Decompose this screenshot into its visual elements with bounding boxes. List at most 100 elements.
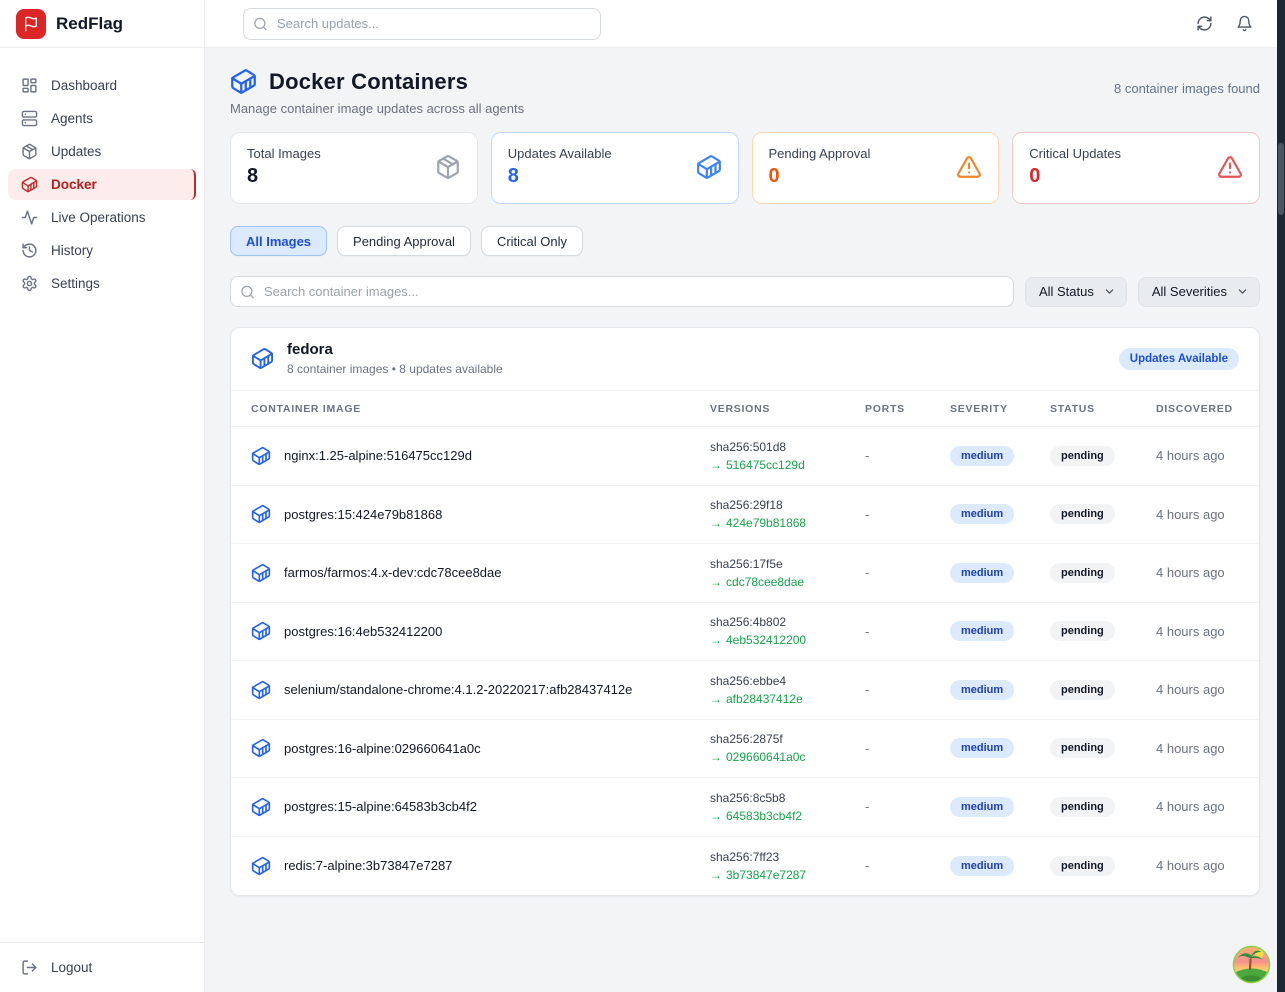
filter-tab-critical-only[interactable]: Critical Only xyxy=(481,226,583,256)
container-icon xyxy=(251,856,271,876)
severity-filter-value: All Severities xyxy=(1152,284,1227,299)
status-cell: pending xyxy=(1050,738,1156,758)
severity-cell: medium xyxy=(950,680,1050,700)
page-title: Docker Containers xyxy=(269,69,468,95)
container-icon xyxy=(21,176,38,193)
status-filter-value: All Status xyxy=(1039,284,1094,299)
settings-icon xyxy=(21,275,38,292)
arrow-right-icon: → xyxy=(710,516,722,530)
discovered-cell: 4 hours ago xyxy=(1156,448,1239,463)
ports-cell: - xyxy=(865,448,950,463)
window-scrollbar[interactable] xyxy=(1277,0,1285,992)
container-image-name: postgres:15-alpine:64583b3cb4f2 xyxy=(284,799,477,814)
container-image-cell: nginx:1.25-alpine:516475cc129d xyxy=(251,446,710,466)
ports-cell: - xyxy=(865,507,950,522)
filter-toolbar: All Status All Severities xyxy=(230,276,1260,307)
sidebar-item-history[interactable]: History xyxy=(8,235,196,266)
container-image-name: postgres:16-alpine:029660641a0c xyxy=(284,741,481,756)
container-image-cell: redis:7-alpine:3b73847e7287 xyxy=(251,856,710,876)
global-search-input[interactable] xyxy=(243,8,601,40)
filter-tabs: All Images Pending Approval Critical Only xyxy=(230,226,1260,256)
sidebar-item-label: History xyxy=(51,243,93,258)
page-header: Docker Containers Manage container image… xyxy=(230,68,1260,116)
table-row[interactable]: postgres:15-alpine:64583b3cb4f2 sha256:8c… xyxy=(231,778,1259,837)
severity-badge: medium xyxy=(950,856,1014,876)
container-icon xyxy=(696,154,722,180)
severity-cell: medium xyxy=(950,621,1050,641)
status-cell: pending xyxy=(1050,856,1156,876)
filter-tab-all-images[interactable]: All Images xyxy=(230,226,327,256)
dashboard-icon xyxy=(21,77,38,94)
logout-label: Logout xyxy=(51,960,92,975)
stat-card-critical-updates: Critical Updates0 xyxy=(1012,132,1260,204)
ports-cell: - xyxy=(865,624,950,639)
table-row[interactable]: postgres:15:424e79b81868sha256:29f18→424… xyxy=(231,486,1259,545)
flag-icon xyxy=(23,16,39,32)
arrow-right-icon: → xyxy=(710,809,722,823)
sidebar-item-agents[interactable]: Agents xyxy=(8,103,196,134)
island-extension-icon[interactable] xyxy=(1232,945,1271,984)
status-badge: pending xyxy=(1050,446,1115,466)
sidebar-item-settings[interactable]: Settings xyxy=(8,268,196,299)
stat-card-updates-available: Updates Available8 xyxy=(491,132,739,204)
stat-card-total-images: Total Images8 xyxy=(230,132,478,204)
status-badge: pending xyxy=(1050,504,1115,524)
ports-cell: - xyxy=(865,799,950,814)
version-current: sha256:7ff23 xyxy=(710,850,865,864)
severity-badge: medium xyxy=(950,621,1014,641)
image-search xyxy=(230,276,1014,307)
arrow-right-icon: → xyxy=(710,750,722,764)
stat-label: Updates Available xyxy=(508,146,612,161)
status-badge: pending xyxy=(1050,621,1115,641)
filter-tab-pending-approval[interactable]: Pending Approval xyxy=(337,226,471,256)
sidebar-item-dashboard[interactable]: Dashboard xyxy=(8,70,196,101)
bell-icon[interactable] xyxy=(1236,15,1253,32)
version-current: sha256:8c5b8 xyxy=(710,791,865,805)
logout-button[interactable]: Logout xyxy=(21,959,183,976)
app-window: RedFlag DashboardAgentsUpdatesDockerLive… xyxy=(0,0,1285,992)
table-row[interactable]: selenium/standalone-chrome:4.1.2-2022021… xyxy=(231,661,1259,720)
status-badge: pending xyxy=(1050,856,1115,876)
sidebar-item-label: Settings xyxy=(51,276,100,291)
table-row[interactable]: postgres:16:4eb532412200sha256:4b802→4eb… xyxy=(231,603,1259,662)
severity-cell: medium xyxy=(950,563,1050,583)
container-image-name: postgres:15:424e79b81868 xyxy=(284,507,442,522)
discovered-cell: 4 hours ago xyxy=(1156,858,1239,873)
container-image-name: farmos/farmos:4.x-dev:cdc78cee8dae xyxy=(284,565,502,580)
table-row[interactable]: redis:7-alpine:3b73847e7287 sha256:7ff23 →… xyxy=(231,837,1259,896)
version-current: sha256:2875f xyxy=(710,732,865,746)
stat-value: 0 xyxy=(1029,165,1121,188)
sidebar-item-label: Agents xyxy=(51,111,93,126)
status-filter-select[interactable]: All Status xyxy=(1025,277,1127,307)
version-update: →3b73847e7287 xyxy=(710,868,865,882)
severity-cell: medium xyxy=(950,446,1050,466)
chevron-down-icon xyxy=(1103,285,1116,298)
sidebar-item-live-operations[interactable]: Live Operations xyxy=(8,202,196,233)
sidebar-item-updates[interactable]: Updates xyxy=(8,136,196,167)
table-row[interactable]: postgres:16-alpine:029660641a0c sha256:28… xyxy=(231,720,1259,779)
sidebar-item-label: Updates xyxy=(51,144,101,159)
status-cell: pending xyxy=(1050,563,1156,583)
container-image-cell: selenium/standalone-chrome:4.1.2-2022021… xyxy=(251,680,710,700)
container-icon xyxy=(251,563,271,583)
severity-cell: medium xyxy=(950,797,1050,817)
topbar xyxy=(205,0,1285,48)
scrollbar-thumb[interactable] xyxy=(1278,143,1284,215)
ports-cell: - xyxy=(865,858,950,873)
column-header-discovered: Discovered xyxy=(1156,403,1239,415)
table-row[interactable]: farmos/farmos:4.x-dev:cdc78cee8dae sha256… xyxy=(231,544,1259,603)
table-row[interactable]: nginx:1.25-alpine:516475cc129dsha256:501… xyxy=(231,427,1259,486)
refresh-icon[interactable] xyxy=(1196,15,1213,32)
image-search-input[interactable] xyxy=(230,276,1014,307)
version-update: →cdc78cee8dae xyxy=(710,575,865,589)
sidebar-item-docker[interactable]: Docker xyxy=(8,169,196,200)
container-image-name: postgres:16:4eb532412200 xyxy=(284,624,442,639)
logout-icon xyxy=(21,959,38,976)
sidebar-item-label: Docker xyxy=(51,177,97,192)
versions-cell: sha256:17f5e→cdc78cee8dae xyxy=(710,557,865,589)
column-header-status: Status xyxy=(1050,403,1156,415)
severity-filter-select[interactable]: All Severities xyxy=(1138,277,1260,307)
container-image-name: redis:7-alpine:3b73847e7287 xyxy=(284,858,452,873)
version-current: sha256:29f18 xyxy=(710,498,865,512)
ports-cell: - xyxy=(865,741,950,756)
